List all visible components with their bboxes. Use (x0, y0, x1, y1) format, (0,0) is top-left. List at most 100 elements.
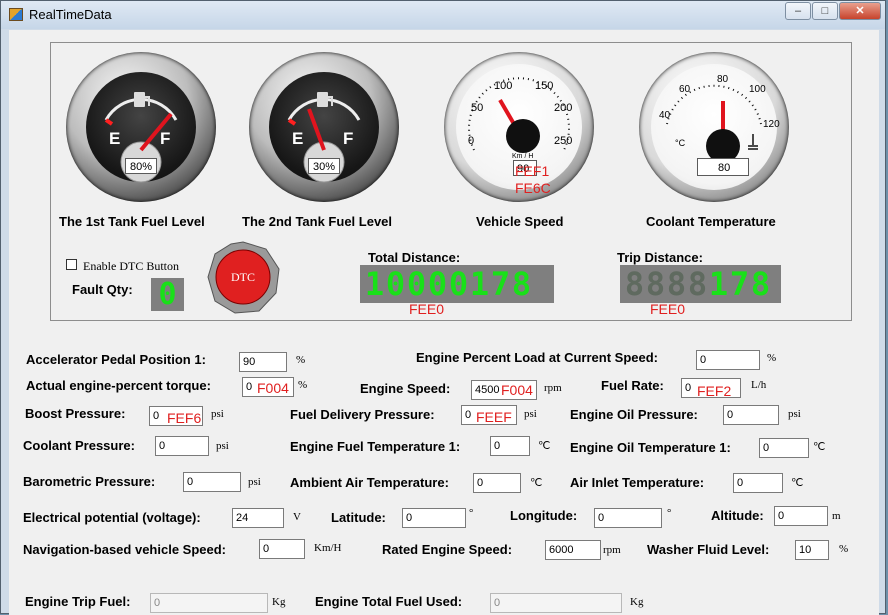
coolant-pressure-label: Coolant Pressure: (23, 438, 135, 453)
fault-qty-display: 0 (151, 276, 184, 312)
tank1-value: 80% (125, 158, 157, 174)
nav-speed-field[interactable]: 0 (259, 539, 305, 559)
speed-tick-250: 250 (554, 135, 572, 147)
trip-distance-digit: 8 (750, 265, 771, 303)
accel-pedal-label: Accelerator Pedal Position 1: (26, 352, 206, 367)
accel-pedal-field[interactable]: 90 (239, 352, 287, 372)
maximize-button[interactable]: □ (812, 2, 838, 20)
total-fuel-unit: Kg (630, 596, 644, 608)
trip-fuel-unit: Kg (272, 596, 286, 608)
coolant-pressure-unit: psi (216, 440, 229, 452)
engine-torque-unit: % (298, 379, 308, 391)
tank2-label: The 2nd Tank Fuel Level (242, 214, 393, 229)
tank1-e-label: E (109, 129, 120, 148)
tank1-fuel-gauge: E F 80% (66, 52, 216, 202)
engine-speed-label: Engine Speed: (360, 381, 451, 396)
speed-pgn-2: FE6C (515, 180, 551, 196)
total-distance-display: 10000178 (360, 265, 554, 303)
total-distance-label: Total Distance: (368, 250, 461, 265)
engine-load-unit: % (767, 352, 777, 364)
tank2-fuel-gauge: E F 30% (249, 52, 399, 202)
enable-dtc-label: Enable DTC Button (83, 259, 179, 273)
ambient-air-temp-unit: ℃ (530, 477, 543, 489)
ambient-air-temp-field[interactable]: 0 (473, 473, 521, 493)
fuel-temp-field[interactable]: 0 (490, 436, 530, 456)
dtc-button-svg: DTC (207, 241, 280, 314)
dtc-button[interactable]: DTC (207, 241, 280, 314)
total-distance-digit: 0 (448, 265, 469, 303)
total-distance-digit: 0 (385, 265, 406, 303)
voltage-field[interactable]: 24 (232, 508, 284, 528)
fuel-rate-unit: L/h (751, 379, 767, 391)
speed-tick-200: 200 (554, 102, 572, 114)
oil-pressure-field[interactable]: 0 (723, 405, 779, 425)
air-inlet-temp-unit: ℃ (791, 477, 804, 489)
app-icon (9, 8, 23, 21)
boost-pressure-unit: psi (211, 408, 224, 420)
washer-fluid-field[interactable]: 10 (795, 540, 829, 560)
caption-buttons: ‒ □ ✕ (784, 2, 881, 20)
speed-tick-50: 50 (471, 102, 483, 114)
trip-distance-digit: 8 (645, 265, 666, 303)
engine-speed-pgn: F004 (501, 382, 533, 398)
enable-dtc-checkbox[interactable] (66, 259, 77, 270)
trip-fuel-label: Engine Trip Fuel: (25, 594, 131, 609)
coolant-temperature-gauge: 40 60 80 100 120 °C 80 (639, 52, 789, 202)
rated-engine-speed-field[interactable]: 6000 (545, 540, 601, 560)
close-button[interactable]: ✕ (839, 2, 881, 20)
trip-fuel-field[interactable]: 0 (150, 593, 268, 613)
fuel-delivery-label: Fuel Delivery Pressure: (290, 407, 435, 422)
barometric-pressure-field[interactable]: 0 (183, 472, 241, 492)
tank2-value: 30% (308, 158, 340, 174)
minimize-button[interactable]: ‒ (785, 2, 811, 20)
speed-unit: Km / H (512, 153, 533, 160)
oil-temp-field[interactable]: 0 (759, 438, 809, 458)
oil-pressure-label: Engine Oil Pressure: (570, 407, 698, 422)
air-inlet-temp-field[interactable]: 0 (733, 473, 783, 493)
speed-hub (506, 119, 540, 153)
speed-tick-0: 0 (468, 135, 474, 147)
coolant-tick-120: 120 (763, 119, 780, 130)
speed-pgn-1: FEF1 (515, 163, 550, 179)
latitude-field[interactable]: 0 (402, 508, 466, 528)
voltage-label: Electrical potential (voltage): (23, 510, 201, 525)
coolant-tick-40: 40 (659, 110, 671, 121)
app-window: RealTimeData ‒ □ ✕ E F 80% The 1st Tank … (0, 0, 886, 615)
total-distance-digit: 0 (406, 265, 427, 303)
voltage-unit: V (293, 511, 301, 523)
latitude-unit: ° (469, 507, 474, 519)
fuel-delivery-pgn: FEEF (476, 409, 512, 425)
boost-pressure-pgn: FEF6 (167, 410, 202, 426)
total-fuel-field[interactable]: 0 (490, 593, 622, 613)
ambient-air-temp-label: Ambient Air Temperature: (290, 475, 449, 490)
latitude-label: Latitude: (331, 510, 386, 525)
engine-torque-pgn: F004 (257, 380, 289, 396)
rated-engine-speed-label: Rated Engine Speed: (382, 542, 513, 557)
engine-load-field[interactable]: 0 (696, 350, 760, 370)
altitude-unit: m (832, 510, 841, 522)
speed-label: Vehicle Speed (476, 214, 564, 229)
fuel-temp-unit: ℃ (538, 440, 551, 452)
tank2-empty-tick (287, 118, 297, 126)
engine-load-label: Engine Percent Load at Current Speed: (416, 350, 658, 365)
coolant-unit: °C (675, 138, 686, 148)
title-bar[interactable]: RealTimeData ‒ □ ✕ (1, 1, 885, 29)
accel-pedal-unit: % (296, 354, 306, 366)
boost-pressure-label: Boost Pressure: (25, 406, 126, 421)
dtc-button-label: DTC (231, 270, 255, 284)
tank2-f-label: F (343, 129, 353, 148)
total-distance-digit: 7 (490, 265, 511, 303)
total-distance-digit: 1 (469, 265, 490, 303)
longitude-field[interactable]: 0 (594, 508, 662, 528)
tank1-f-label: F (160, 129, 170, 148)
coolant-pressure-field[interactable]: 0 (155, 436, 209, 456)
longitude-label: Longitude: (510, 508, 578, 523)
trip-distance-digit: 8 (687, 265, 708, 303)
fuel-delivery-unit: psi (524, 408, 537, 420)
tank1-gauge-svg: E F (104, 92, 178, 183)
trip-distance-pgn: FEE0 (650, 301, 686, 317)
altitude-field[interactable]: 0 (774, 506, 828, 526)
trip-distance-label: Trip Distance: (617, 250, 703, 265)
longitude-unit: ° (667, 507, 672, 519)
fault-qty-digit: 0 (158, 276, 177, 312)
